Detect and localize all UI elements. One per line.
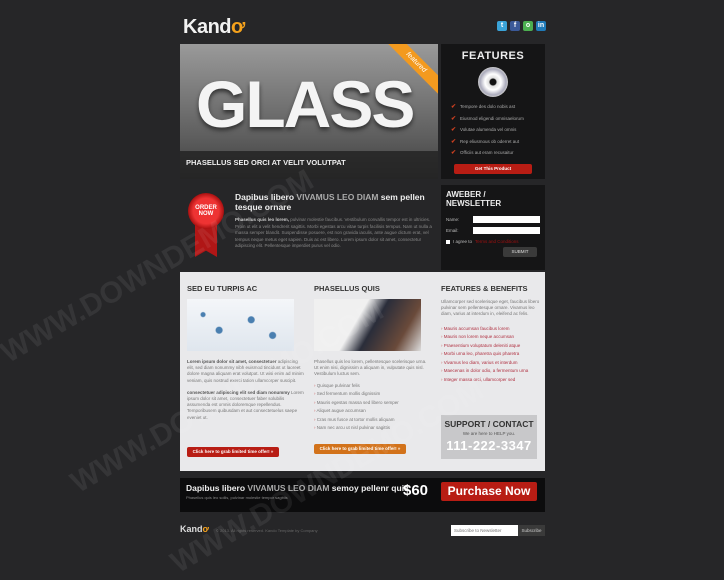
copyright: © 2013. All rights reserved. Kando Templ…: [216, 528, 318, 533]
subscribe-button[interactable]: Subscribe: [518, 525, 545, 536]
feature-item: ✔ Rep eliusmous ob oderret aut: [451, 138, 520, 145]
submit-button[interactable]: SUBMIT: [503, 247, 537, 257]
offer-button[interactable]: Click here to grab limited time offer! »: [314, 444, 406, 454]
check-icon: ✔: [451, 104, 457, 110]
get-product-button[interactable]: Get This Product: [454, 163, 532, 174]
list-item: Aliquet augue accumsan: [314, 408, 432, 417]
content-section: SED EU TURPIS AC Lorem ipsum dolor sit a…: [180, 272, 545, 471]
purchase-bar: Dapibus libero VIVAMUS LEO DIAM semoy pe…: [180, 478, 545, 512]
chat-icon[interactable]: o: [523, 21, 533, 31]
check-icon: ✔: [451, 127, 457, 133]
hero-caption: PHASELLUS SED ORCI AT VELIT VOLUTPAT: [180, 151, 438, 179]
feature-item: ✔ Eiusmod eligendi omnisaelorum: [451, 115, 524, 122]
newsletter-title: AWEBER / NEWSLETTER: [446, 190, 502, 208]
check-icon: ✔: [451, 115, 457, 122]
offer-button[interactable]: Click here to grab limited time offer! »: [187, 447, 279, 457]
benefit-link[interactable]: Praesentium voluptatum deleniti atque: [441, 343, 541, 352]
twitter-icon[interactable]: t: [497, 21, 507, 31]
hero-banner[interactable]: GLASS featured PHASELLUS SED ORCI AT VEL…: [180, 44, 438, 179]
feature-item: ✔ Officiis aut eram recusaitur: [451, 150, 514, 156]
hero-title: GLASS: [196, 67, 415, 141]
features-panel: FEATURES ✔ Tempore des dolo nobis ast ✔ Ei…: [441, 44, 545, 179]
presentation-image: [314, 299, 421, 351]
name-label: Name:: [446, 217, 460, 222]
list-item: Mauris egestas massa sed libero semper: [314, 400, 432, 409]
logo[interactable]: Kandơ: [183, 16, 245, 39]
terms-link[interactable]: Terms and Conditions: [475, 239, 519, 244]
name-field[interactable]: [473, 216, 540, 223]
features-title: FEATURES: [461, 50, 525, 62]
benefit-link[interactable]: Mauris non lorem neque accumsan: [441, 334, 541, 343]
feature-item: ✔ Volutae alumenda vel omnis: [451, 127, 517, 133]
column-2: PHASELLUS QUIS Phasellus quis leo lorem,…: [314, 272, 432, 471]
purchase-now-button[interactable]: Purchase Now: [441, 482, 537, 501]
order-now-seal[interactable]: ORDER NOW: [188, 193, 224, 229]
intro-title: Dapibus libero VIVAMUS LEO DIAM sem pell…: [235, 192, 425, 212]
benefit-link[interactable]: Mauris accumsan faucibus lorem: [441, 326, 541, 335]
column-1: SED EU TURPIS AC Lorem ipsum dolor sit a…: [187, 272, 305, 471]
linkedin-icon[interactable]: in: [536, 21, 546, 31]
list-item: Cras mus fusce at tortor mollis aliquam: [314, 417, 432, 426]
phone-number: 111-222-3347: [446, 438, 532, 453]
check-icon: ✔: [451, 138, 457, 145]
footer-logo[interactable]: Kandơ: [180, 524, 209, 534]
list-item: Quisque pulvinar felis: [314, 383, 432, 392]
email-label: Email:: [446, 228, 459, 233]
list-item: Sed fermentum mollis dignissim: [314, 391, 432, 400]
feature-item: ✔ Tempore des dolo nobis ast: [451, 104, 516, 110]
social-links: t f o in: [497, 21, 546, 31]
column-title: SED EU TURPIS AC: [187, 284, 258, 293]
people-network-image: [187, 299, 294, 351]
support-box: SUPPORT / CONTACT We are here to HELP yo…: [441, 415, 537, 459]
purchase-title: Dapibus libero VIVAMUS LEO DIAM semoy pe…: [186, 483, 409, 493]
agree-checkbox[interactable]: [446, 239, 450, 244]
column-title: FEATURES & BENEFITS: [441, 284, 528, 293]
flame-icon: ơ: [231, 16, 245, 38]
intro-section: ORDER NOW Dapibus libero VIVAMUS LEO DIA…: [180, 185, 438, 270]
disc-icon: [478, 67, 508, 97]
ribbon-tails: [195, 225, 217, 257]
benefit-link[interactable]: Morbi urna leo, pharetra quis pharetra: [441, 351, 541, 360]
benefit-link[interactable]: Integer massa orci, ullamcorper sed: [441, 377, 541, 386]
benefit-link[interactable]: Vivamus leo diam, varius et interdum: [441, 360, 541, 369]
benefit-link[interactable]: Maecenas in dolor odio, a fermentum urna: [441, 368, 541, 377]
newsletter-panel: AWEBER / NEWSLETTER Name: Email: I agree…: [441, 185, 545, 270]
email-field[interactable]: [473, 227, 540, 234]
subscribe-input[interactable]: [451, 525, 518, 536]
column-title: PHASELLUS QUIS: [314, 284, 380, 293]
facebook-icon[interactable]: f: [510, 21, 520, 31]
check-icon: ✔: [451, 150, 457, 156]
intro-text: Phasellus quis leo lorem, pulvinar moles…: [235, 217, 432, 248]
price: $60: [403, 482, 429, 499]
list-item: Nam nec arcu ut nisl pulvinar sagittis: [314, 425, 432, 434]
